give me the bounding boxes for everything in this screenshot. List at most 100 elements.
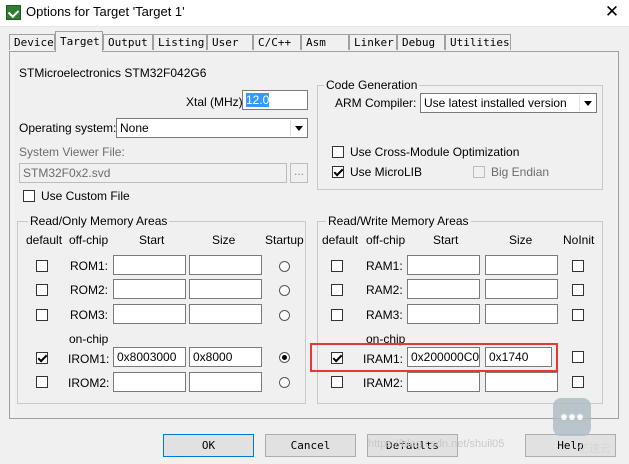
tab-target[interactable]: Target [55, 31, 103, 52]
device-name: STMicroelectronics STM32F042G6 [19, 66, 207, 80]
ram2-label: RAM2: [366, 283, 403, 297]
microlib-checkbox[interactable] [332, 166, 344, 178]
iram2-size-input[interactable] [485, 372, 558, 392]
rom-header-default: default [26, 233, 63, 247]
rom-group-title: Read/Only Memory Areas [28, 214, 170, 228]
custom-file-label: Use Custom File [41, 189, 130, 203]
tab-user[interactable]: User [207, 34, 253, 50]
ram-header-default: default [322, 233, 359, 247]
tab-listing[interactable]: Listing [153, 34, 207, 50]
chevron-down-icon [579, 95, 595, 111]
rom-header-startup: Startup [265, 233, 304, 247]
irom1-start-input[interactable]: 0x8003000 [113, 347, 186, 367]
rom1-default-checkbox[interactable] [36, 260, 48, 272]
iram1-start-input[interactable]: 0x200000C0 [407, 347, 480, 367]
ram1-size-input[interactable] [485, 255, 558, 275]
rom2-start-input[interactable] [113, 279, 186, 299]
iram1-default-checkbox[interactable] [331, 352, 343, 364]
irom1-default-checkbox[interactable] [36, 352, 48, 364]
tab-device[interactable]: Device [9, 34, 55, 50]
ram-header-offchip: off-chip [366, 233, 406, 247]
iram2-noinit-checkbox[interactable] [572, 376, 584, 388]
iram1-size-input[interactable]: 0x1740 [485, 347, 552, 367]
os-select[interactable]: None [116, 118, 308, 138]
rom1-size-input[interactable] [189, 255, 262, 275]
cross-module-checkbox[interactable] [332, 146, 344, 158]
compiler-label: ARM Compiler: [335, 96, 417, 110]
irom2-label: IROM2: [68, 376, 110, 390]
rom1-startup-radio[interactable] [279, 261, 290, 272]
svd-input[interactable]: STM32F0x2.svd [19, 163, 287, 183]
iram2-default-checkbox[interactable] [331, 376, 343, 388]
tab-debug[interactable]: Debug [397, 34, 445, 50]
ram-group-title: Read/Write Memory Areas [326, 214, 471, 228]
ram-header-noinit: NoInit [563, 233, 595, 247]
ram3-size-input[interactable] [485, 304, 558, 324]
tab-output[interactable]: Output [103, 34, 153, 50]
ram3-start-input[interactable] [407, 304, 480, 324]
ram-header-start: Start [433, 233, 459, 247]
close-icon[interactable]: ✕ [598, 0, 626, 24]
tab-linker[interactable]: Linker [349, 34, 397, 50]
rom3-size-input[interactable] [189, 304, 262, 324]
custom-file-checkbox[interactable] [23, 190, 35, 202]
iram2-start-input[interactable] [407, 372, 480, 392]
os-label: Operating system: [19, 121, 117, 135]
tab-c-cpp[interactable]: C/C++ [253, 34, 301, 50]
compiler-value: Use latest installed version [424, 96, 567, 110]
watermark-chat-icon [553, 398, 591, 436]
irom1-startup-radio[interactable] [279, 352, 290, 363]
xtal-value: 12.0 [246, 93, 270, 107]
ram1-start-input[interactable] [407, 255, 480, 275]
irom2-start-input[interactable] [113, 372, 186, 392]
iram1-label: IRAM1: [363, 352, 404, 366]
rom3-startup-radio[interactable] [279, 310, 290, 321]
window-title: Options for Target 'Target 1' [26, 4, 185, 19]
cancel-button[interactable]: Cancel [265, 434, 356, 457]
rom-header-offchip: off-chip [69, 233, 109, 247]
big-endian-checkbox[interactable] [473, 166, 485, 178]
iram1-noinit-checkbox[interactable] [572, 351, 584, 363]
ram1-noinit-checkbox[interactable] [572, 260, 584, 272]
svd-browse-button[interactable]: ... [290, 163, 308, 183]
tab-utilities[interactable]: Utilities [445, 34, 511, 50]
ram2-start-input[interactable] [407, 279, 480, 299]
irom1-label: IROM1: [68, 352, 110, 366]
rom-header-start: Start [139, 233, 165, 247]
compiler-select[interactable]: Use latest installed version [420, 93, 597, 113]
xtal-label: Xtal (MHz): [186, 95, 246, 109]
watermark-logo-text: 亿速云 [578, 443, 611, 455]
ram3-noinit-checkbox[interactable] [572, 309, 584, 321]
irom2-startup-radio[interactable] [279, 377, 290, 388]
rom-onchip-label: on-chip [69, 332, 109, 346]
tab-asm[interactable]: Asm [301, 34, 349, 50]
ok-button[interactable]: OK [163, 434, 254, 457]
rom1-start-input[interactable] [113, 255, 186, 275]
rom2-default-checkbox[interactable] [36, 284, 48, 296]
svd-label: System Viewer File: [19, 145, 125, 159]
ram2-noinit-checkbox[interactable] [572, 284, 584, 296]
ram3-default-checkbox[interactable] [331, 309, 343, 321]
code-generation-title: Code Generation [324, 78, 420, 92]
ram3-label: RAM3: [366, 308, 403, 322]
watermark-url: https://blog.csdn.net/shuil05 [368, 438, 505, 450]
ram1-label: RAM1: [366, 259, 403, 273]
irom2-size-input[interactable] [189, 372, 262, 392]
chevron-down-icon [290, 120, 306, 136]
os-value: None [120, 121, 149, 135]
ram1-default-checkbox[interactable] [331, 260, 343, 272]
rom2-label: ROM2: [70, 283, 109, 297]
rom2-size-input[interactable] [189, 279, 262, 299]
ram-header-size: Size [509, 233, 533, 247]
rom3-default-checkbox[interactable] [36, 309, 48, 321]
rom-header-size: Size [212, 233, 236, 247]
irom1-size-input[interactable]: 0x8000 [189, 347, 262, 367]
rom2-startup-radio[interactable] [279, 285, 290, 296]
rom3-start-input[interactable] [113, 304, 186, 324]
ram2-size-input[interactable] [485, 279, 558, 299]
cross-module-label: Use Cross-Module Optimization [350, 145, 520, 159]
irom2-default-checkbox[interactable] [36, 376, 48, 388]
xtal-input[interactable]: 12.0 [242, 90, 308, 110]
app-icon [6, 5, 21, 20]
ram2-default-checkbox[interactable] [331, 284, 343, 296]
